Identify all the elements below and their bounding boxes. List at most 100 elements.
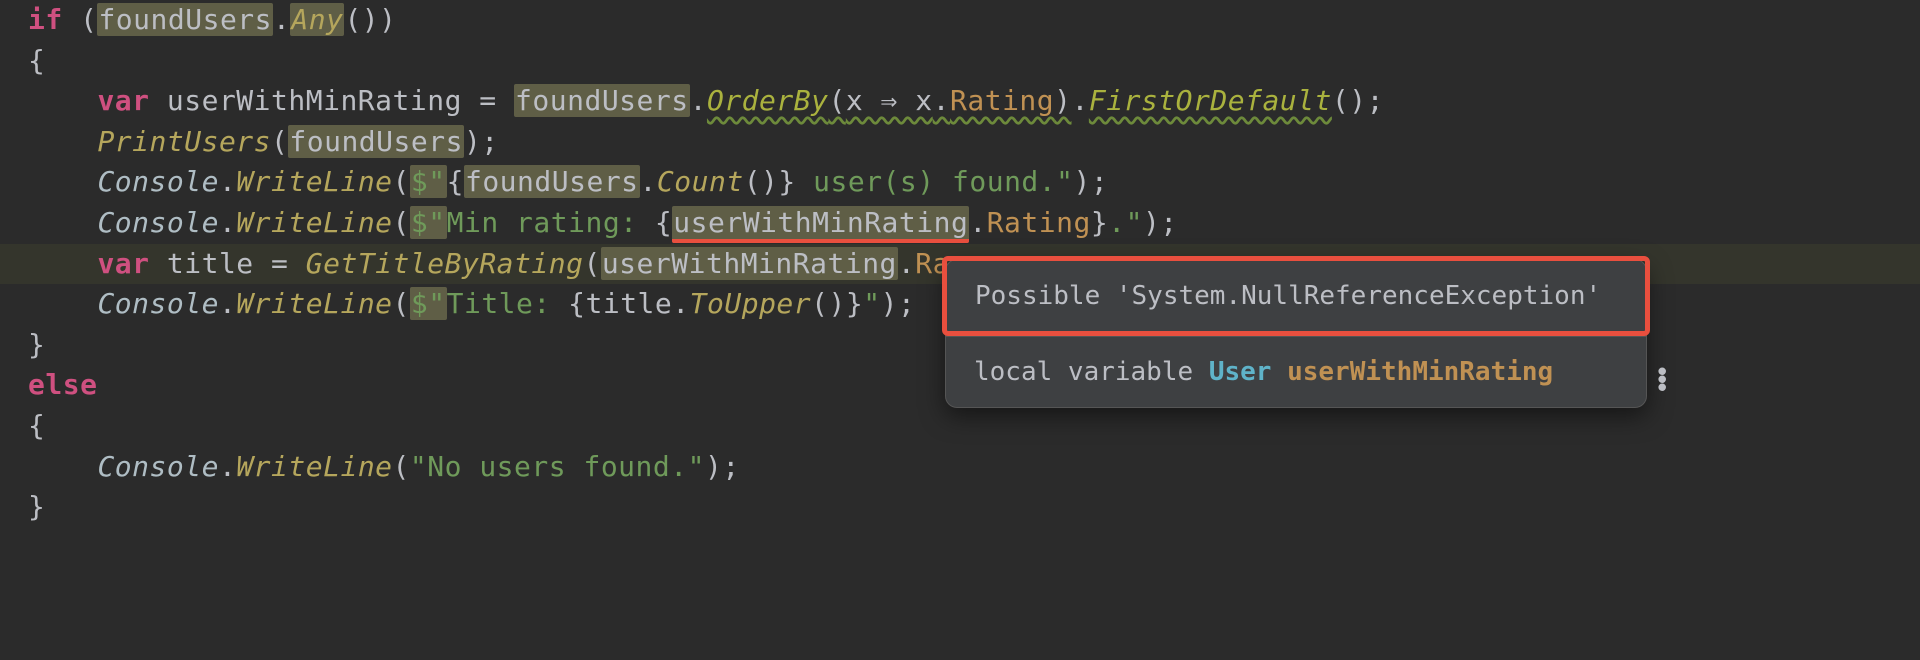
property-rating: Rating [950,84,1054,117]
end: ); [1074,165,1109,198]
end: ); [881,287,916,320]
paren: ( [583,247,600,280]
paren: ( [393,287,410,320]
end: ); [1143,206,1178,239]
inspection-warning: Possible 'System.NullReferenceException' [942,256,1650,336]
type-console: Console [97,450,219,483]
paren: ) [1054,84,1071,117]
method-writeline: WriteLine [236,450,392,483]
dot: . [219,206,236,239]
lambda: x ⇒ x [846,84,933,117]
string-literal: "No users found." [410,450,705,483]
method-firstordefault: FirstOrDefault [1089,84,1332,117]
paren: ); [464,125,499,158]
paren: ( [63,3,98,36]
dot: . [273,3,290,36]
method-toupper: ToUpper [690,287,812,320]
string-delim: " [1056,165,1073,198]
code-line[interactable]: if (foundUsers.Any()) [0,0,1920,41]
dot: . [672,287,689,320]
dot: . [898,247,915,280]
space [150,84,167,117]
tooltip-type: User [1209,357,1272,387]
string-delim: $" [410,287,447,320]
inspection-tooltip[interactable]: Possible 'System.NullReferenceException'… [945,259,1647,408]
paren: ( [271,125,288,158]
keyword-else: else [28,368,97,401]
string-delim: $" [410,165,447,198]
dot: . [219,287,236,320]
string-literal: user(s) found. [796,165,1056,198]
paren: ( [828,84,845,117]
variable-title: title [585,287,672,320]
parens: () [744,165,779,198]
variable-foundUsers: foundUsers [97,3,273,36]
brace-close: } [28,328,45,361]
space [150,247,167,280]
method-printusers: PrintUsers [97,125,271,158]
dot: . [219,165,236,198]
keyword-if: if [28,3,63,36]
type-console: Console [97,206,219,239]
more-actions-icon[interactable]: ••• [1654,367,1670,391]
variable-title: title [167,247,254,280]
string-literal: Min rating: [447,206,655,239]
string-delim: " [1126,206,1143,239]
brace-open: { [28,44,45,77]
dot: . [969,206,986,239]
interp-close: } [778,165,795,198]
dot: . [690,84,707,117]
interp-open: { [568,287,585,320]
code-line[interactable]: { [0,41,1920,82]
brace-open: { [28,409,45,442]
string-delim: " [863,287,880,320]
property-rating: Rating [987,206,1091,239]
type-console: Console [97,287,219,320]
method-writeline: WriteLine [236,287,392,320]
equals: = [254,247,306,280]
keyword-var: var [97,84,149,117]
type-console: Console [97,165,219,198]
code-line[interactable]: Console.WriteLine("No users found."); [0,447,1920,488]
string-literal: Title: [447,287,569,320]
dot: . [1072,84,1089,117]
paren: ( [393,206,410,239]
variable-userWithMinRating: userWithMinRating [167,84,462,117]
end: ); [705,450,740,483]
warning-text: Possible 'System.NullReferenceException' [975,281,1601,311]
code-line[interactable]: } [0,487,1920,528]
paren: ( [393,450,410,483]
code-line[interactable]: { [0,406,1920,447]
method-writeline: WriteLine [236,165,392,198]
tooltip-symbol-info: local variable User userWithMinRating [946,337,1646,407]
method-orderby: OrderBy [707,84,829,117]
dot: . [933,84,950,117]
dot: . [219,450,236,483]
variable-foundUsers: foundUsers [464,165,640,198]
keyword-var: var [97,247,149,280]
string-delim: $" [410,206,447,239]
paren: ()) [344,3,396,36]
code-editor[interactable]: if (foundUsers.Any()) { var userWithMinR… [0,0,1920,660]
method-count: Count [657,165,744,198]
variable-foundUsers: foundUsers [514,84,690,117]
method-any: Any [290,3,344,36]
method-writeline: WriteLine [236,206,392,239]
interp-close: } [1091,206,1108,239]
parens: () [811,287,846,320]
code-line[interactable]: var userWithMinRating = foundUsers.Order… [0,81,1920,122]
string-literal: . [1108,206,1125,239]
variable-userWithMinRating: userWithMinRating [601,247,898,280]
equals: = [462,84,514,117]
interp-open: { [655,206,672,239]
interp-close: } [846,287,863,320]
tooltip-prefix: local variable [974,357,1209,387]
interp-open: { [447,165,464,198]
code-line[interactable]: PrintUsers(foundUsers); [0,122,1920,163]
method-gettitlebyrating: GetTitleByRating [306,247,584,280]
code-line[interactable]: Console.WriteLine($"Min rating: {userWit… [0,203,1920,244]
space [1271,357,1287,387]
paren: ( [393,165,410,198]
code-line[interactable]: Console.WriteLine($"{foundUsers.Count()}… [0,162,1920,203]
variable-foundUsers: foundUsers [288,125,464,158]
